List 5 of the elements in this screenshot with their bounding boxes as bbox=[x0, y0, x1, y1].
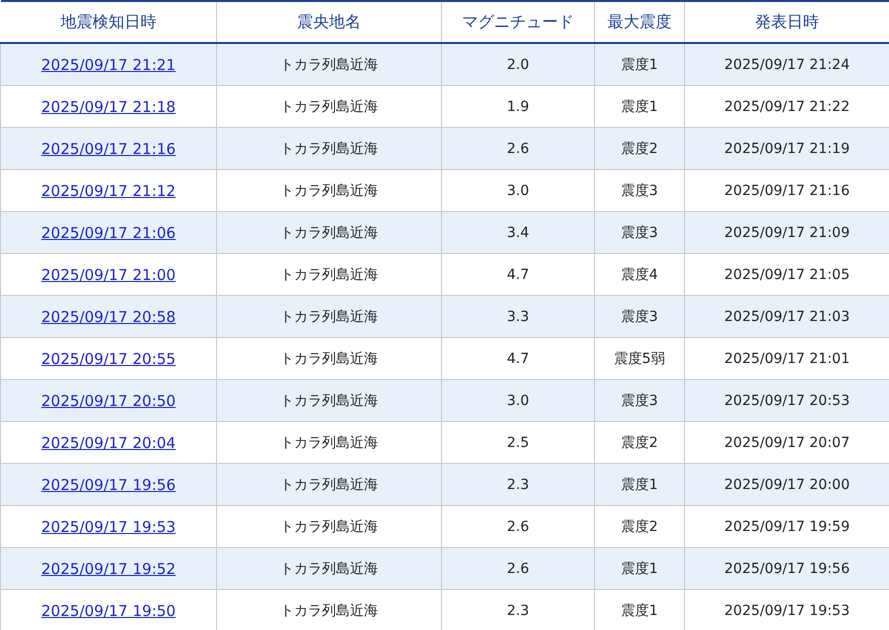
column-header: 地震検知日時 bbox=[0, 1, 216, 43]
column-header: マグニチュード bbox=[442, 1, 594, 43]
column-header: 最大震度 bbox=[594, 1, 684, 43]
column-header: 震央地名 bbox=[216, 1, 442, 43]
column-header: 発表日時 bbox=[684, 1, 889, 43]
